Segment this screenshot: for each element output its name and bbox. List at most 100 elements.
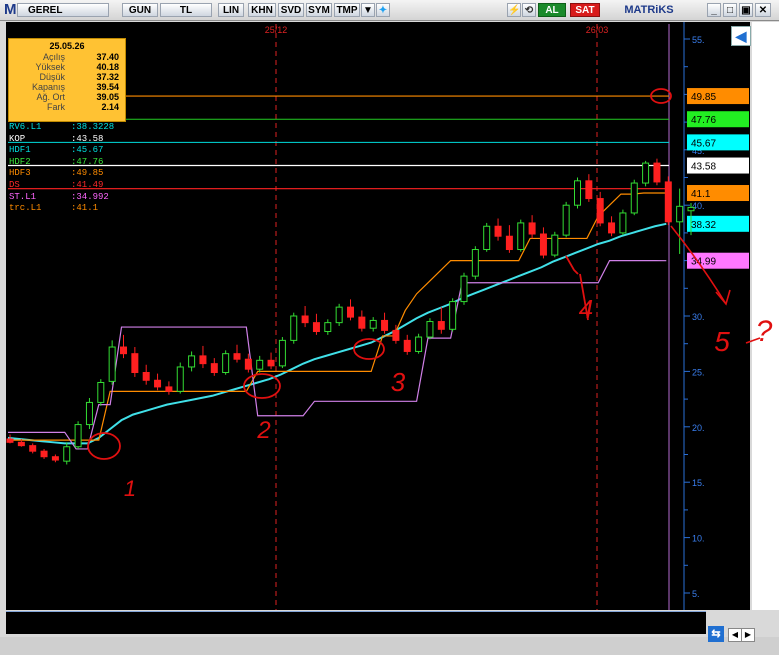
price-tag-label: 45.67 [691, 138, 716, 149]
candle-body [426, 321, 434, 338]
indicator-value: :41.1 [71, 203, 99, 214]
ohlc-info-box: 25.05.26 Açılış 37.40 Yüksek 40.18 Düşük 37… [8, 38, 126, 122]
price-tag-label: 43.58 [691, 162, 716, 173]
candle-body [256, 359, 264, 370]
y-tick-label: 55. [692, 35, 705, 45]
candle-body [312, 322, 320, 333]
info-row-close: Kapanış 39.54 [31, 82, 119, 93]
indicator-trc-l1: trc.L1 :41.1 [9, 203, 98, 213]
candle-body [596, 198, 604, 224]
info-date: 25.05.26 [49, 41, 85, 51]
candle-body [97, 381, 105, 403]
candle-body [676, 205, 684, 223]
indicator-value: :47.76 [71, 156, 104, 167]
candle-body [687, 206, 695, 212]
indicator-value: :45.67 [71, 145, 104, 156]
candle-body [188, 355, 196, 368]
candle-body [403, 339, 411, 352]
annotation-label: 1 [124, 476, 136, 501]
candle-body [267, 359, 275, 367]
candle-body [517, 222, 525, 251]
indicator-value: :34.992 [71, 191, 109, 202]
scroll-left-icon[interactable]: ◀ [728, 628, 742, 642]
candle-body [608, 222, 616, 234]
annotation-label: 4 [579, 294, 593, 324]
candle-body [574, 180, 581, 206]
candle-body [471, 249, 479, 277]
indicator-name: KOP [9, 133, 26, 144]
candle-body [494, 225, 502, 237]
indicator-kop: KOP:43.58 [9, 134, 103, 144]
info-row-change: Fark 2.14 [47, 102, 119, 113]
candle-body [29, 445, 37, 452]
candle-body [562, 204, 570, 236]
indicator-value: :41.49 [71, 180, 104, 190]
annotation-label: 2 [256, 417, 270, 444]
y-tick-label: 5. [692, 589, 700, 599]
info-row-low: Düşük 37.32 [39, 72, 119, 83]
candle-body [85, 401, 93, 426]
scroll-sync-icon[interactable]: ⇆ [708, 626, 724, 642]
candle-body [142, 372, 150, 381]
info-row-high: Yüksek 40.18 [35, 62, 119, 73]
candle-body [131, 353, 139, 374]
candle-body [290, 315, 298, 341]
indicator-value: :38.3228 [71, 122, 115, 132]
scroll-right-icon[interactable]: ▶ [741, 628, 755, 642]
candle-body [619, 212, 627, 234]
candle-body [551, 234, 559, 256]
series-line-st-l1 [8, 260, 667, 450]
annotation-label: 3 [391, 367, 406, 397]
candle-body [415, 336, 423, 352]
y-tick-label: 10. [692, 534, 705, 544]
indicator-hdf1: HDF1:45.67 [9, 145, 103, 155]
candle-body [392, 329, 400, 341]
indicator-hdf2: HDF2 :47.76 [9, 157, 103, 167]
indicator-name: HDF2 [9, 156, 31, 167]
candle-body [51, 456, 59, 461]
candle-body [505, 235, 513, 251]
candle-body [222, 353, 230, 374]
candle-body [154, 379, 162, 388]
price-tag-label: 41.1 [691, 189, 711, 200]
y-tick-label: 25. [692, 367, 705, 377]
candle-body [585, 180, 593, 200]
indicator-ds: DS :41.49 [9, 180, 103, 190]
candle-body [244, 358, 252, 370]
candle-body [120, 346, 127, 355]
candle-body [63, 446, 71, 462]
candle-body [381, 319, 389, 331]
candle-body [483, 225, 491, 251]
candle-body [74, 424, 82, 448]
candle-body [642, 162, 650, 184]
candle-body [460, 275, 468, 303]
candle-body [301, 315, 309, 324]
candle-body [528, 222, 536, 235]
top-date-label: 26/03 [586, 25, 609, 35]
candle-body [335, 306, 343, 324]
price-tag-label: 38.32 [691, 220, 716, 231]
candle-body [199, 355, 207, 365]
candle-body [369, 319, 377, 329]
candle-body [653, 162, 661, 183]
candle-body [358, 316, 366, 329]
indicator-value: :49.85 [71, 168, 104, 179]
window-frame: M GEREL GUN TL LIN KHN SVD SYM TMP ▼ ✦ ⚡… [0, 0, 779, 655]
annotation-circle [87, 432, 121, 460]
indicator-name: trc.L1 [9, 203, 42, 214]
indicator-name: RV6.L1 [9, 122, 42, 132]
candle-body [278, 339, 286, 367]
status-bar [0, 637, 779, 655]
candle-body [630, 182, 638, 214]
date-axis [6, 612, 706, 634]
candle-body [210, 363, 218, 374]
candle-body [40, 450, 48, 458]
candle-body [539, 233, 547, 256]
candle-body [233, 353, 241, 360]
candle-body [108, 346, 116, 382]
y-tick-label: 15. [692, 478, 705, 488]
indicator-hdf3: HDF3:49.85 [9, 168, 103, 178]
indicator-name: DS [9, 180, 20, 190]
annotation-label: 5 [714, 326, 730, 357]
price-tag-label: 47.76 [691, 115, 716, 126]
